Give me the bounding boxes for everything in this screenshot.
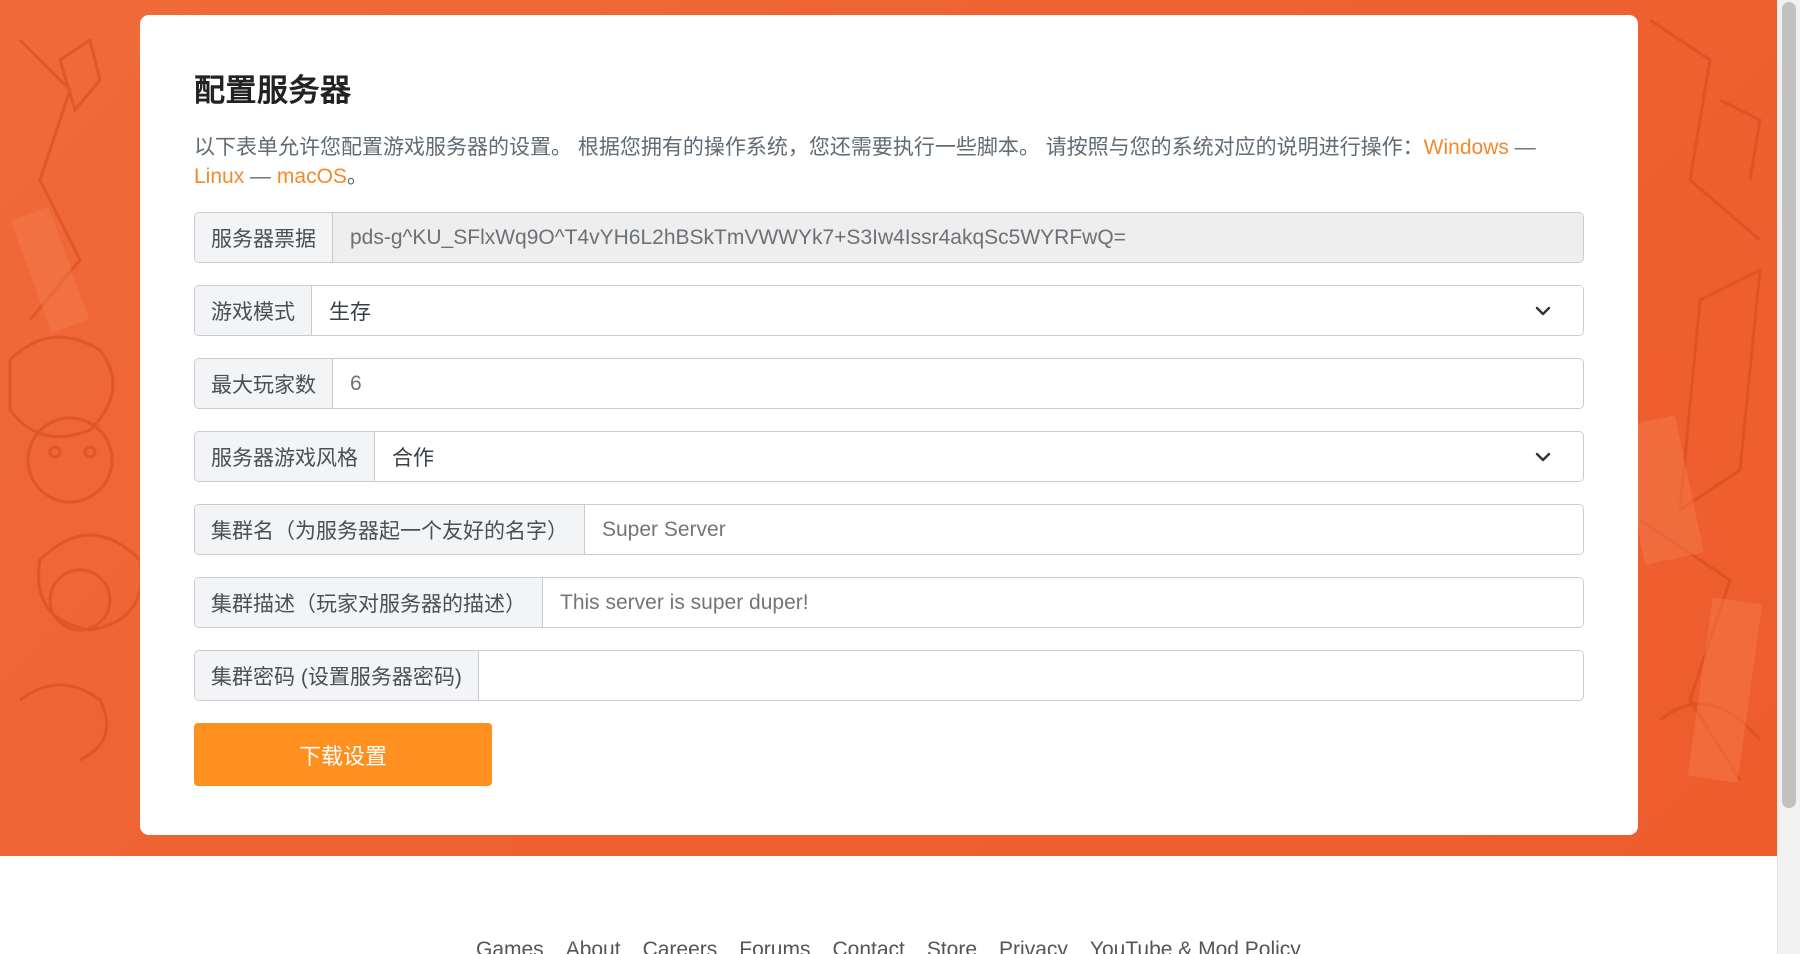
form-description: 以下表单允许您配置游戏服务器的设置。 根据您拥有的操作系统，您还需要执行一些脚本… [194,133,1584,191]
server-style-group: 服务器游戏风格 合作 [194,431,1584,482]
footer-link-youtube-mod-policy[interactable]: YouTube & Mod Policy [1090,938,1301,954]
chevron-down-icon [1528,296,1558,326]
cluster-password-group: 集群密码 (设置服务器密码) [194,650,1584,701]
cluster-description-group: 集群描述（玩家对服务器的描述） [194,577,1584,628]
footer-link-about[interactable]: About [566,938,621,954]
server-ticket-group: 服务器票据 pds-g^KU_SFlxWq9O^T4vYH6L2hBSkTmVW… [194,212,1584,263]
windows-link[interactable]: Windows [1424,136,1509,159]
max-players-group: 最大玩家数 6 [194,358,1584,409]
footer-link-privacy[interactable]: Privacy [999,938,1068,954]
footer-link-contact[interactable]: Contact [832,938,904,954]
footer: Games About Careers Forums Contact Store… [0,856,1777,954]
server-style-selected-value: 合作 [392,446,434,470]
max-players-input[interactable]: 6 [333,359,1583,408]
hero-background: 配置服务器 以下表单允许您配置游戏服务器的设置。 根据您拥有的操作系统，您还需要… [0,0,1777,856]
download-settings-button[interactable]: 下载设置 [194,723,492,786]
cluster-name-group: 集群名（为服务器起一个友好的名字） [194,504,1584,555]
max-players-label: 最大玩家数 [195,359,333,408]
cluster-description-input[interactable] [543,578,1583,627]
cluster-description-label: 集群描述（玩家对服务器的描述） [195,578,543,627]
macos-link[interactable]: macOS [277,165,347,188]
server-config-form: 服务器票据 pds-g^KU_SFlxWq9O^T4vYH6L2hBSkTmVW… [194,212,1584,786]
server-style-select[interactable]: 合作 [375,432,1583,481]
description-end: 。 [346,165,368,188]
scrollbar-thumb[interactable] [1782,2,1796,808]
game-mode-select[interactable]: 生存 [312,286,1583,335]
server-ticket-field[interactable]: pds-g^KU_SFlxWq9O^T4vYH6L2hBSkTmVWWYk7+S… [333,213,1583,262]
footer-link-games[interactable]: Games [476,938,544,954]
server-style-label: 服务器游戏风格 [195,432,375,481]
page-title: 配置服务器 [194,73,352,108]
page: 配置服务器 以下表单允许您配置游戏服务器的设置。 根据您拥有的操作系统，您还需要… [0,0,1800,954]
game-mode-group: 游戏模式 生存 [194,285,1584,336]
cluster-name-input[interactable] [585,505,1583,554]
cluster-name-label: 集群名（为服务器起一个友好的名字） [195,505,585,554]
linux-link[interactable]: Linux [194,165,244,188]
cluster-password-input[interactable] [478,651,1583,700]
footer-link-careers[interactable]: Careers [643,938,718,954]
server-ticket-label: 服务器票据 [195,213,333,262]
link-separator: — [250,165,272,188]
link-separator: — [1514,136,1536,159]
footer-links: Games About Careers Forums Contact Store… [476,938,1301,954]
footer-link-store[interactable]: Store [927,938,977,954]
chevron-down-icon [1528,442,1558,472]
configure-server-card: 配置服务器 以下表单允许您配置游戏服务器的设置。 根据您拥有的操作系统，您还需要… [140,15,1638,835]
description-text: 以下表单允许您配置游戏服务器的设置。 根据您拥有的操作系统，您还需要执行一些脚本… [194,136,1424,159]
cluster-password-label: 集群密码 (设置服务器密码) [195,651,479,700]
game-mode-label: 游戏模式 [195,286,312,335]
footer-link-forums[interactable]: Forums [739,938,810,954]
vertical-scrollbar[interactable] [1777,0,1800,954]
game-mode-selected-value: 生存 [329,300,371,324]
